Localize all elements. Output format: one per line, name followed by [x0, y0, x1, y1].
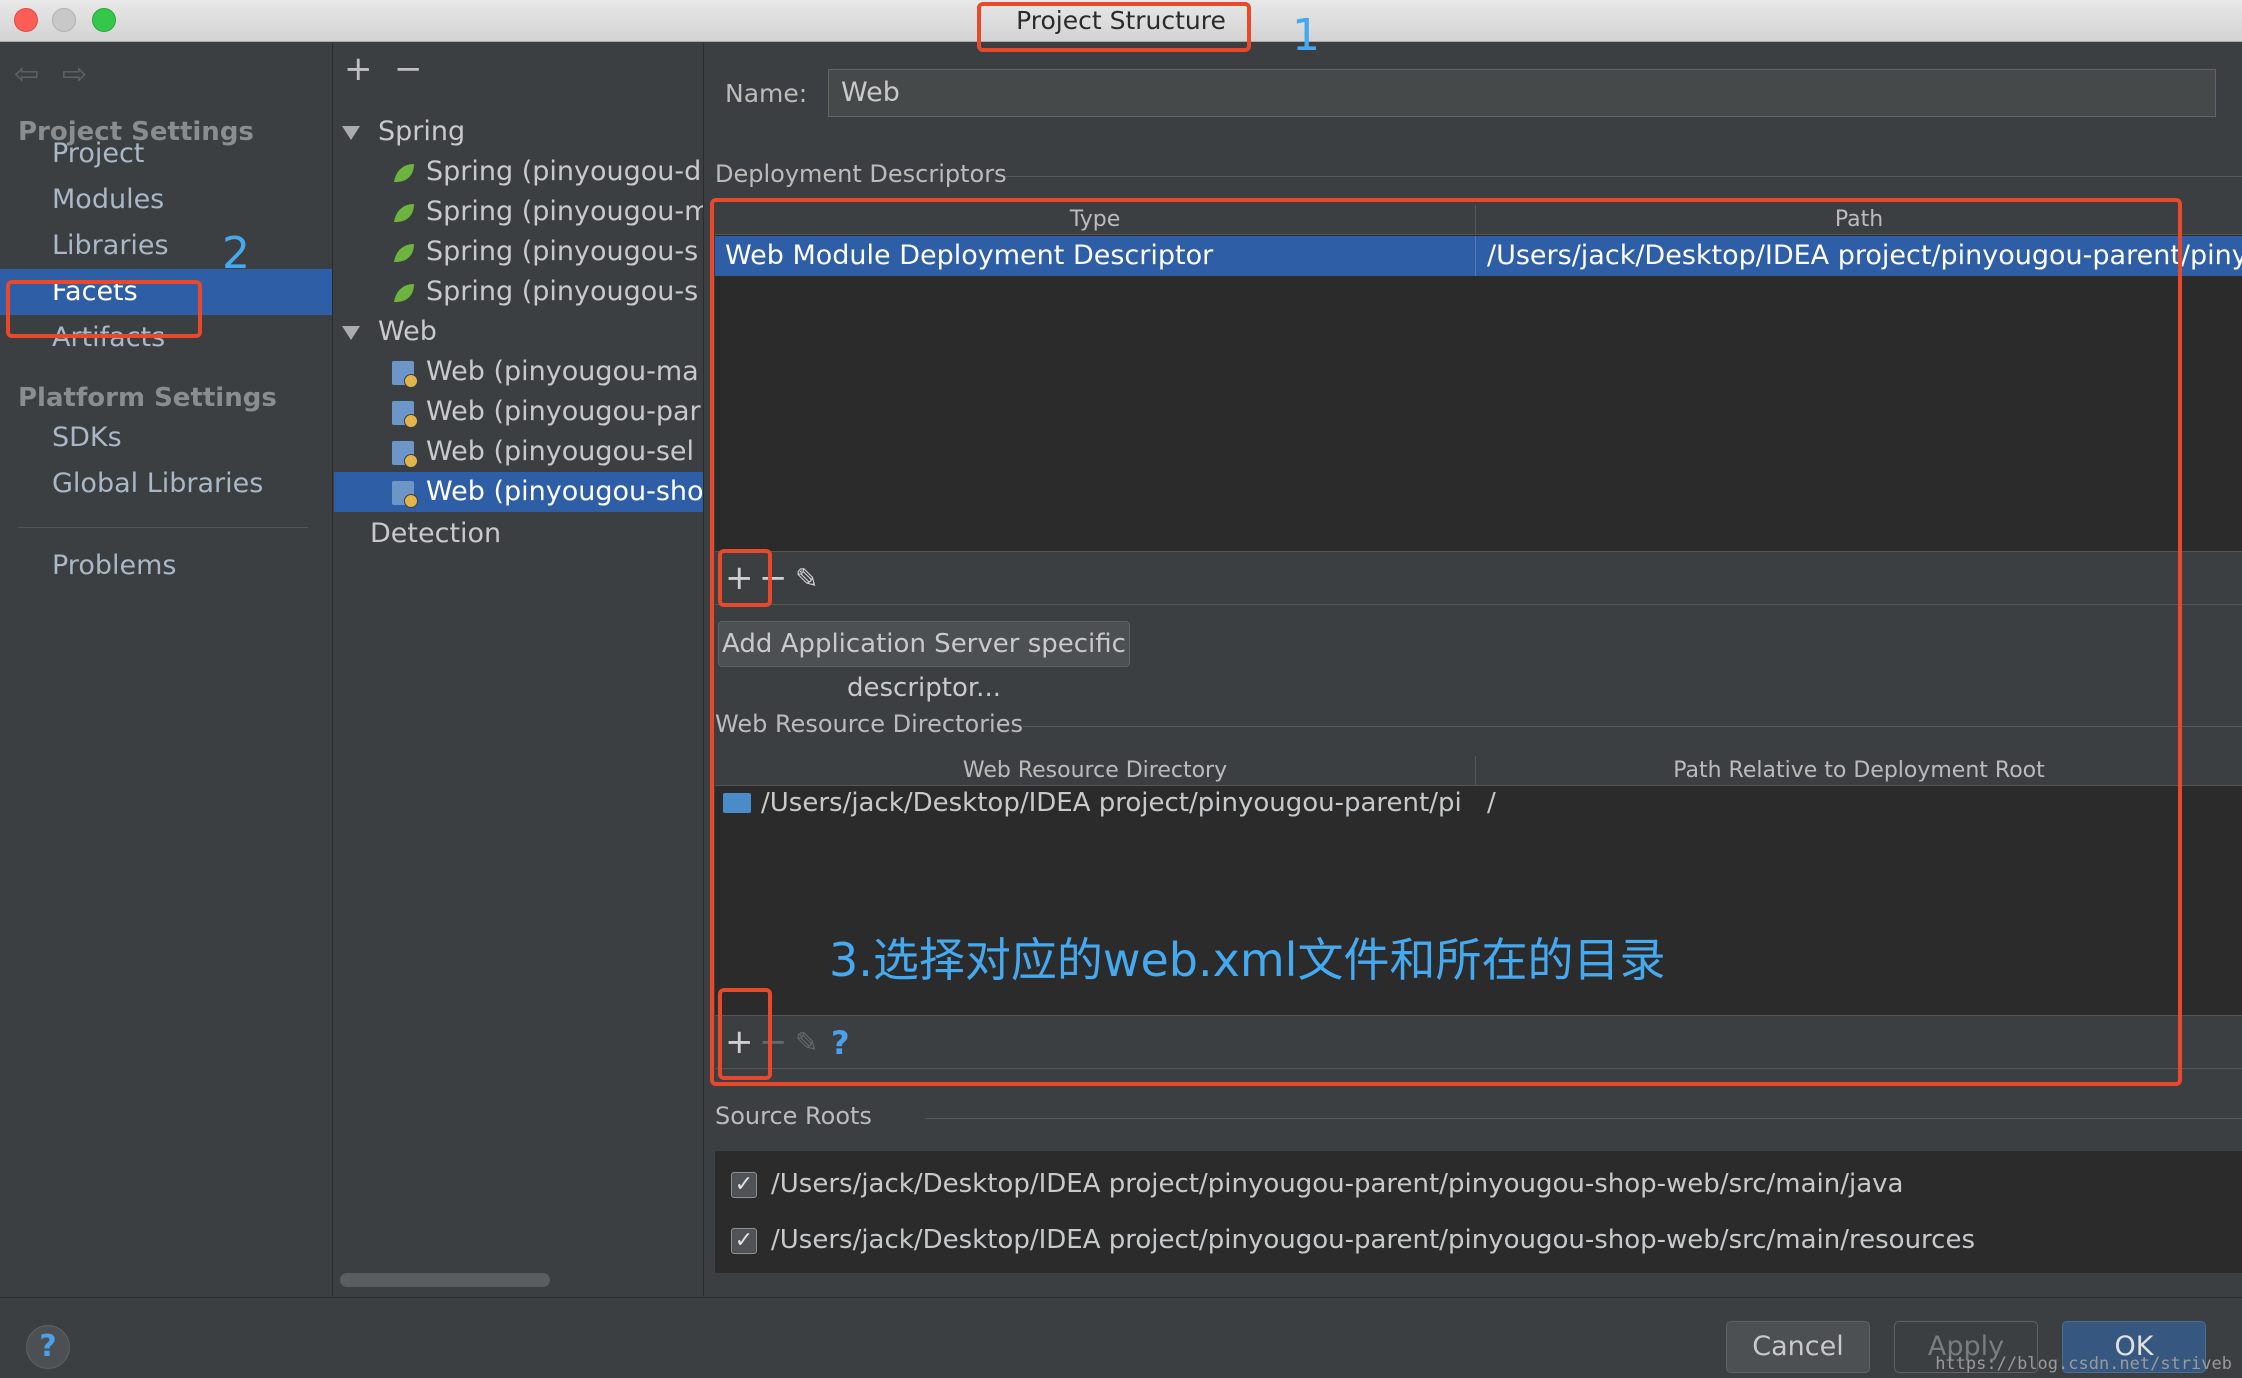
- source-roots-title: Source Roots: [715, 1102, 872, 1130]
- tree-item-label: Web (pinyougou-sho: [426, 476, 704, 507]
- nav-item-project[interactable]: Project: [0, 131, 332, 177]
- source-root-checkbox[interactable]: ✓: [731, 1172, 757, 1198]
- facet-tree: + − Spring Spring (pinyougou-d Spring (p…: [334, 43, 704, 1296]
- spring-leaf-icon: [394, 163, 414, 182]
- annotation-box-add-descriptor: [718, 549, 772, 607]
- tree-item-detection[interactable]: Detection: [334, 514, 703, 554]
- nav-section-platform-settings: Platform Settings: [18, 383, 277, 413]
- list-item[interactable]: ✓ /Users/jack/Desktop/IDEA project/pinyo…: [715, 1167, 2242, 1203]
- source-root-path: /Users/jack/Desktop/IDEA project/pinyoug…: [771, 1225, 1976, 1255]
- section-separator: [925, 1118, 2242, 1119]
- name-field[interactable]: Web: [828, 69, 2216, 117]
- spring-leaf-icon: [394, 283, 414, 302]
- annotation-number-2: 2: [222, 228, 250, 279]
- annotation-box-add-web-resource: [718, 988, 772, 1080]
- tree-item-spring-3[interactable]: Spring (pinyougou-s: [334, 232, 703, 272]
- section-separator: [1005, 176, 2242, 177]
- tree-horizontal-scrollbar[interactable]: [340, 1273, 550, 1287]
- nav-item-sdks[interactable]: SDKs: [0, 415, 332, 461]
- nav-item-problems[interactable]: Problems: [0, 543, 332, 589]
- tree-group-web[interactable]: Web: [334, 312, 703, 352]
- web-module-icon: [392, 480, 418, 508]
- add-facet-button[interactable]: +: [344, 49, 373, 89]
- expand-triangle-icon[interactable]: [342, 125, 360, 140]
- source-root-checkbox[interactable]: ✓: [731, 1228, 757, 1254]
- list-item[interactable]: ✓ /Users/jack/Desktop/IDEA project/pinyo…: [715, 1223, 2242, 1259]
- tree-item-label: Web (pinyougou-sel: [426, 436, 695, 467]
- tree-item-label: Spring (pinyougou-d: [426, 156, 702, 187]
- nav-item-modules[interactable]: Modules: [0, 177, 332, 223]
- web-module-icon: [392, 360, 418, 388]
- tree-item-label: Spring (pinyougou-m: [426, 196, 704, 227]
- help-button[interactable]: ?: [26, 1325, 70, 1369]
- tree-item-label: Spring (pinyougou-s: [426, 276, 699, 307]
- spring-leaf-icon: [394, 203, 414, 222]
- tree-item-spring-2[interactable]: Spring (pinyougou-m: [334, 192, 704, 232]
- cancel-button[interactable]: Cancel: [1726, 1321, 1870, 1373]
- source-roots-list: ✓ /Users/jack/Desktop/IDEA project/pinyo…: [715, 1151, 2242, 1273]
- tree-group-label: Spring: [378, 116, 466, 147]
- annotation-box-title: [977, 2, 1251, 52]
- nav-item-libraries[interactable]: Libraries: [0, 223, 332, 269]
- tree-item-spring-4[interactable]: Spring (pinyougou-s: [334, 272, 703, 312]
- forward-arrow-icon[interactable]: ⇨: [62, 57, 87, 92]
- tree-item-label: Spring (pinyougou-s: [426, 236, 699, 267]
- tree-item-web-3[interactable]: Web (pinyougou-sel: [334, 432, 703, 472]
- tree-group-spring[interactable]: Spring: [334, 112, 703, 152]
- tree-item-web-2[interactable]: Web (pinyougou-par: [334, 392, 703, 432]
- deployment-descriptors-title: Deployment Descriptors: [715, 160, 1007, 188]
- remove-facet-button[interactable]: −: [394, 49, 423, 89]
- name-label: Name:: [725, 79, 808, 108]
- tree-item-spring-1[interactable]: Spring (pinyougou-d: [334, 152, 703, 192]
- settings-nav: ⇦ ⇨ Project Settings Project Modules Lib…: [0, 43, 333, 1296]
- annotation-box-facets: [6, 280, 202, 338]
- source-root-path: /Users/jack/Desktop/IDEA project/pinyoug…: [771, 1169, 1904, 1199]
- web-module-icon: [392, 440, 418, 468]
- nav-divider: [18, 527, 308, 528]
- expand-triangle-icon[interactable]: [342, 325, 360, 340]
- annotation-number-1: 1: [1292, 10, 1320, 61]
- annotation-box-deployment: [710, 198, 2182, 1086]
- nav-item-global-libraries[interactable]: Global Libraries: [0, 461, 332, 507]
- tree-item-web-4[interactable]: Web (pinyougou-sho: [334, 472, 704, 512]
- watermark: https://blog.csdn.net/striveb: [1935, 1354, 2232, 1374]
- back-arrow-icon[interactable]: ⇦: [14, 57, 39, 92]
- tree-item-label: Web (pinyougou-par: [426, 396, 701, 427]
- tree-item-label: Web (pinyougou-ma: [426, 356, 699, 387]
- tree-item-web-1[interactable]: Web (pinyougou-ma: [334, 352, 703, 392]
- tree-group-label: Web: [378, 316, 437, 347]
- spring-leaf-icon: [394, 243, 414, 262]
- web-module-icon: [392, 400, 418, 428]
- dialog-button-bar: ? Cancel Apply OK: [0, 1297, 2242, 1378]
